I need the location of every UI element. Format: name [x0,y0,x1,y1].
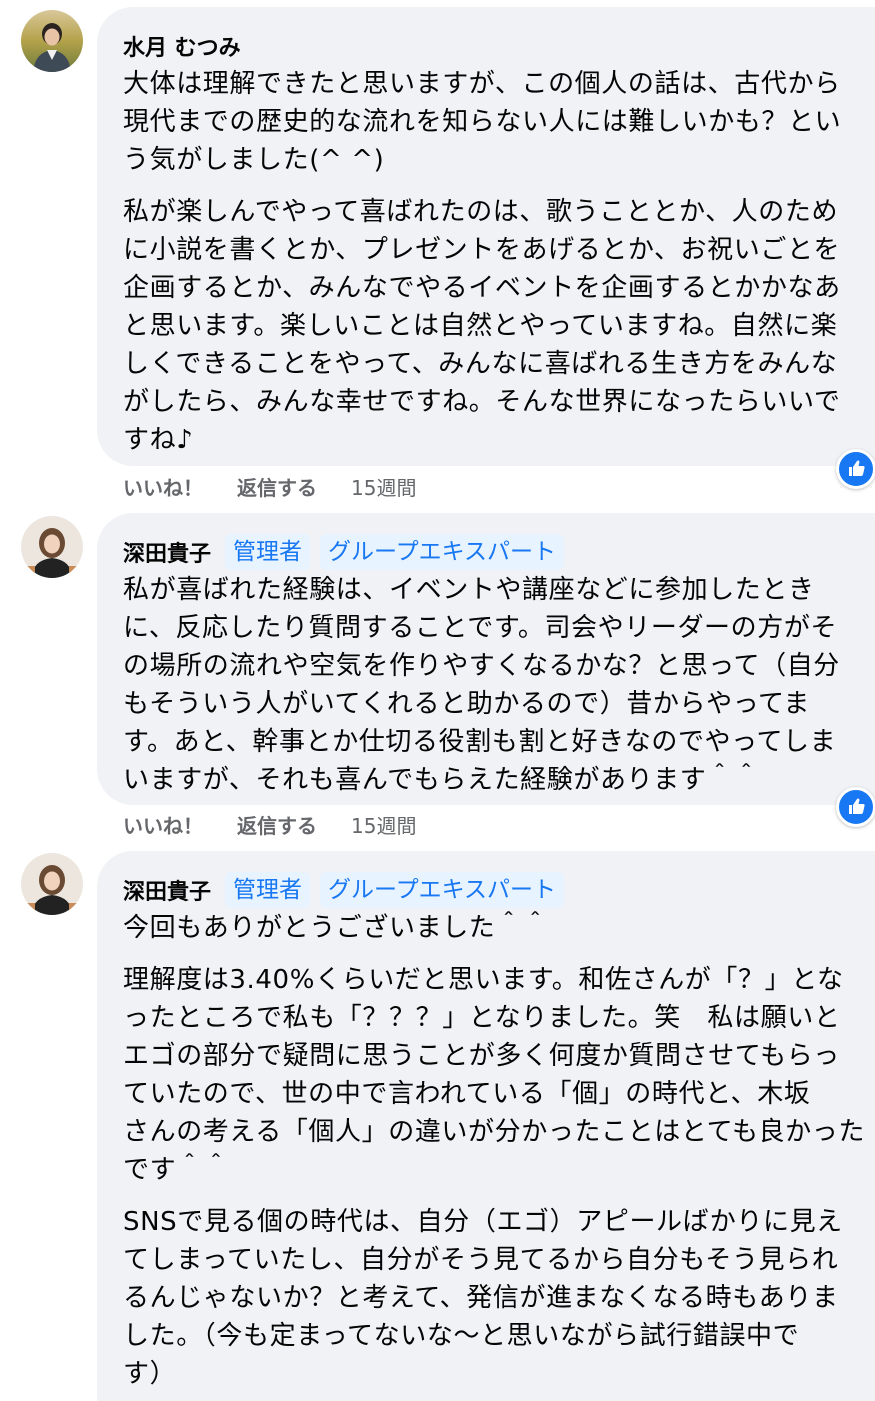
comment-bubble: 深田貴子 管理者 グループエキスパート 私が喜ばれた経験は、イベントや講座などに… [97,513,875,805]
author-name[interactable]: 深田貴子 [123,536,211,568]
avatar[interactable] [21,516,83,578]
like-reaction-icon[interactable] [836,787,875,827]
comment-text: SNSで見る個の時代は、自分（エゴ）アピールばかりに見え てしまっていたし、自分… [123,1207,843,1389]
group-expert-badge[interactable]: グループエキスパート [320,534,564,570]
like-reaction-icon[interactable] [836,449,875,489]
comment-text: 私が楽しんでやって喜ばれたのは、歌うこととか、人のため に小説を書くとか、プレゼ… [123,197,841,455]
author-name[interactable]: 深田貴子 [123,874,211,906]
comment-header: 深田貴子 管理者 グループエキスパート [123,871,875,909]
reply-link[interactable]: 返信する [237,810,317,839]
admin-badge[interactable]: 管理者 [225,534,311,570]
comment-header: 深田貴子 管理者 グループエキスパート [123,533,875,571]
comment-text: 今回もありがとうございました＾＾ [123,913,549,943]
comment-text: 大体は理解できたと思いますが、この個人の話は、古代から 現代までの歴史的な流れを… [123,69,842,175]
timestamp[interactable]: 15週間 [351,810,416,839]
comment-text: 私が喜ばれた経験は、イベントや講座などに参加したとき に、反応したり質問すること… [123,575,840,795]
comment-actions: いいね！ 返信する 15週間 [123,810,416,839]
author-name[interactable]: 水月 むつみ [123,30,241,62]
reply-link[interactable]: 返信する [237,472,317,501]
avatar[interactable] [21,853,83,915]
group-expert-badge[interactable]: グループエキスパート [320,872,564,908]
comment-header: 水月 むつみ [123,27,875,65]
timestamp[interactable]: 15週間 [351,472,416,501]
comment-bubble: 水月 むつみ 大体は理解できたと思いますが、この個人の話は、古代から 現代までの… [97,7,875,466]
like-link[interactable]: いいね！ [123,472,203,501]
admin-badge[interactable]: 管理者 [225,872,311,908]
comment-bubble: 深田貴子 管理者 グループエキスパート 今回もありがとうございました＾＾ 理解度… [97,851,875,1401]
like-link[interactable]: いいね！ [123,810,203,839]
comment-actions: いいね！ 返信する 15週間 [123,472,416,501]
comment-text: 理解度は3.40%くらいだと思います。和佐さんが「？」とな ったところで私も「？… [123,965,865,1185]
avatar[interactable] [21,10,83,72]
